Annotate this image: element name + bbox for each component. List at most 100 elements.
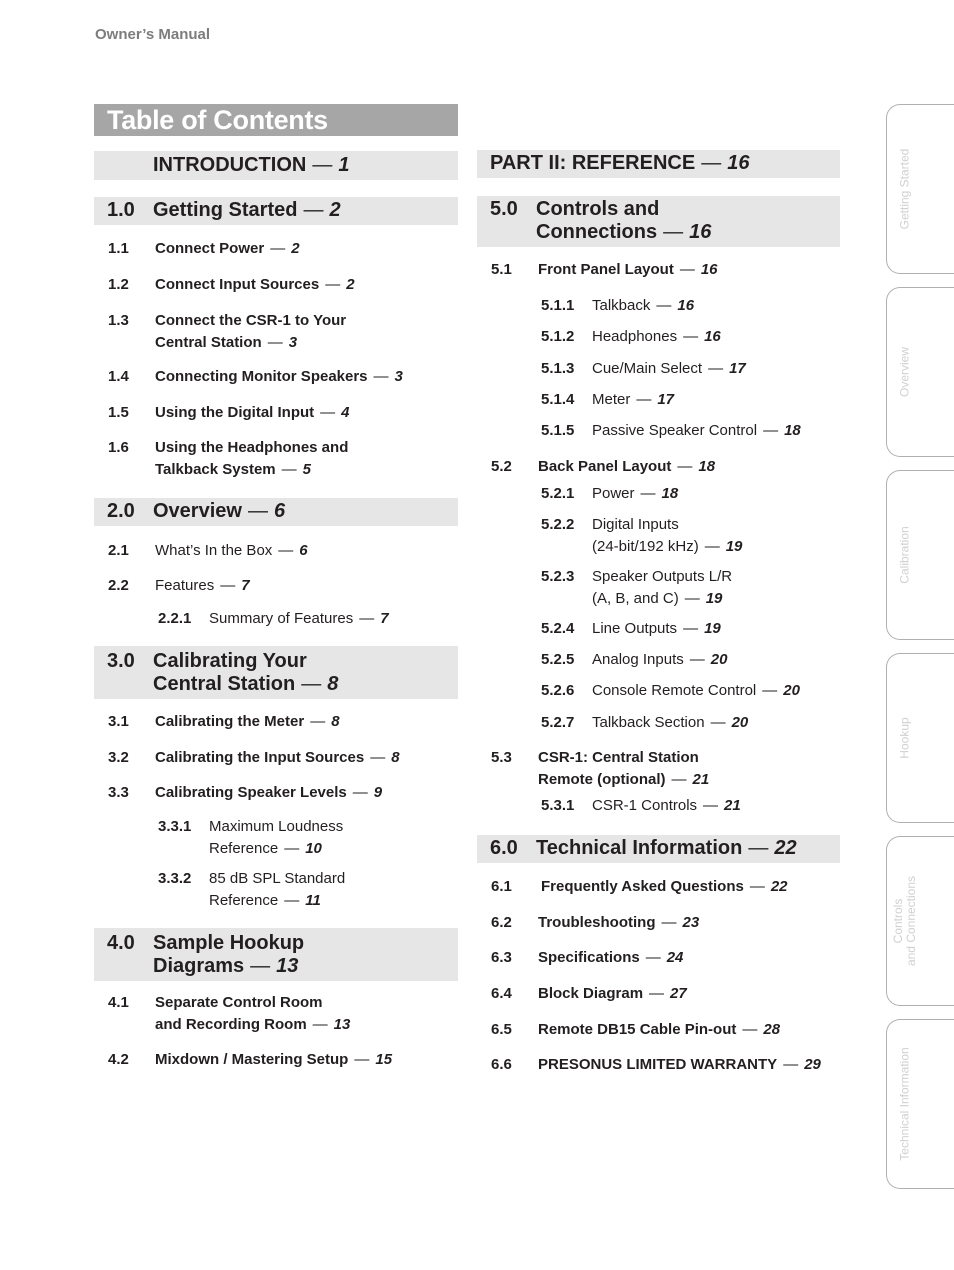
text-line: Connections [536,221,658,243]
em-dash: — [661,914,677,931]
text-line: Meter [592,391,631,408]
text-line: Analog Inputs [592,651,684,668]
text-line: Specifications [538,949,640,966]
em-dash: — [310,713,326,730]
entry-title: Line Outputs — 19 [592,618,721,640]
entry-title: Using the Digital Input — 4 [155,402,350,424]
toc-section-3[interactable]: 3.0 Calibrating Your Central Station —8 [94,646,458,699]
em-dash: — [683,620,699,637]
toc-section-1[interactable]: 1.0 Getting Started —2 [94,197,458,225]
section-number: 5.0 [490,198,518,220]
entry-title: Overview —6 [153,500,285,523]
page-number: 16 [704,328,721,345]
entry-title: Passive Speaker Control — 18 [592,420,801,442]
section-number: 2.1 [108,542,129,559]
page-number: 28 [763,1021,781,1038]
entry-title: Using the Headphones and Talkback System —… [155,437,348,481]
section-number: 2.2.1 [158,610,192,627]
text-line: Getting Started [897,148,912,230]
entry-title: 85 dB SPL Standard Reference — 11 [209,868,345,912]
entry-title: Talkback — 16 [592,295,694,317]
text-line: Technical Information [536,837,743,859]
em-dash: — [663,221,684,243]
page-number: 18 [661,485,679,502]
text-line: Power [592,485,635,502]
entry-title: Sample Hookup Diagrams —13 [153,932,304,978]
side-tab-calibration[interactable]: Calibration [886,470,954,640]
page-number: 19 [704,620,721,637]
entry-title: Digital Inputs (24-bit/192 kHz) — 19 [592,514,742,558]
side-tab-controls-and-connections[interactable]: Controls and Connections [886,836,954,1006]
page-number: 7 [380,610,389,627]
side-tab-overview[interactable]: Overview [886,287,954,457]
text-line: Back Panel Layout [538,458,672,475]
text-line: Headphones [592,328,678,345]
text-line: and Connections [904,875,918,967]
toc-intro[interactable]: INTRODUCTION —1 [94,151,458,180]
section-number: 3.1 [108,713,129,730]
page-number: 17 [729,360,746,377]
em-dash: — [677,458,693,475]
page-number: 21 [692,771,710,788]
side-tab-getting-started[interactable]: Getting Started [886,104,954,274]
section-number: 1.0 [107,199,135,221]
section-number: 1.4 [108,368,129,385]
section-number: 1.5 [108,404,129,421]
page-number: 10 [305,840,322,857]
side-tab-hookup[interactable]: Hookup [886,653,954,823]
section-number: 3.3.1 [158,818,192,835]
entry-title: Maximum Loudness Reference — 10 [209,816,343,860]
toc-part-2[interactable]: PART II: REFERENCE —16 [477,150,840,178]
entry-title: Getting Started —2 [153,199,341,222]
em-dash: — [267,334,283,351]
entry-title: Calibrating Your Central Station —8 [153,650,338,696]
entry-title: Controls and Connections —16 [536,198,711,244]
entry-title: What’s In the Box — 6 [155,540,308,562]
page-number: 19 [705,590,723,607]
section-number: 3.3.2 [158,870,192,887]
entry-title: INTRODUCTION —1 [153,154,349,177]
toc-section-4[interactable]: 4.0 Sample Hookup Diagrams —13 [94,928,458,981]
em-dash: — [708,360,724,377]
em-dash: — [710,714,726,731]
entry-title: Features — 7 [155,575,250,597]
text-line: Controls and [536,198,660,220]
section-number: 4.0 [107,932,135,954]
page-number: 21 [724,797,741,814]
text-line: What’s In the Box [155,542,273,559]
toc-section-5[interactable]: 5.0 Controls and Connections —16 [477,196,840,247]
entry-title: Separate Control Room and Recording Room —… [155,992,350,1036]
entry-title: Headphones — 16 [592,326,721,348]
entry-title: Troubleshooting — 23 [538,912,699,934]
section-number: 5.2.6 [541,682,575,699]
entry-title: Meter — 17 [592,389,674,411]
entry-title: Mixdown / Mastering Setup — 15 [155,1049,392,1071]
text-line: Connect the CSR-1 to Your [155,312,347,329]
page-number: 15 [375,1051,393,1068]
page-number: 2 [329,199,341,221]
page-number: 1 [338,154,350,176]
toc-section-6[interactable]: 6.0 Technical Information —22 [477,835,840,863]
section-number: 5.3.1 [541,797,575,814]
section-number: 4.2 [108,1051,129,1068]
text-line: Console Remote Control [592,682,757,699]
page-number: 20 [710,651,728,668]
text-line: PRESONUS LIMITED WARRANTY [538,1056,778,1073]
text-line: Calibrating Your [153,650,307,672]
em-dash: — [312,1016,328,1033]
page-number: 16 [677,297,695,314]
page-number: 13 [333,1016,351,1033]
page-number: 9 [373,784,383,801]
section-number: 5.2.7 [541,714,575,731]
section-number: 6.4 [491,985,512,1002]
section-number: 3.2 [108,749,129,766]
entry-title: Specifications — 24 [538,947,683,969]
section-number: 6.1 [491,878,512,895]
em-dash: — [354,1051,370,1068]
entry-title: Talkback Section — 20 [592,712,748,734]
side-tab-technical-information[interactable]: Technical Information [886,1019,954,1189]
text-line: Maximum Loudness [209,818,344,835]
toc-section-2[interactable]: 2.0 Overview —6 [94,498,458,526]
text-line: Passive Speaker Control [592,422,758,439]
entry-title: PART II: REFERENCE —16 [490,152,749,175]
